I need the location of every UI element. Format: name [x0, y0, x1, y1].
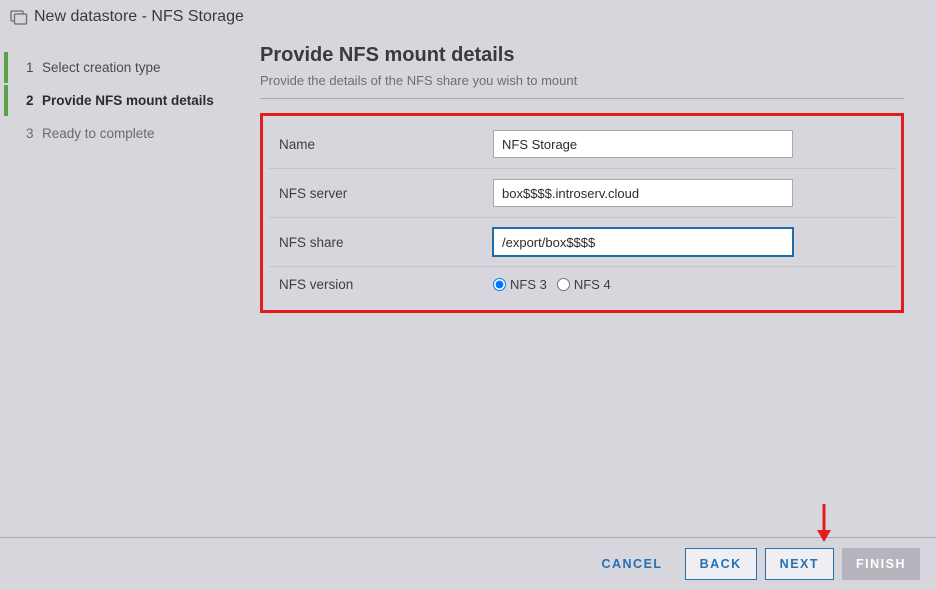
radio-nfs3-label[interactable]: NFS 3 [493, 277, 547, 292]
row-nfs-version: NFS version NFS 3 NFS 4 [269, 267, 895, 302]
step-provide-nfs-details[interactable]: 2 Provide NFS mount details [4, 85, 250, 116]
wizard-main-panel: Provide NFS mount details Provide the de… [250, 34, 926, 537]
dialog-title-bar: New datastore - NFS Storage [0, 0, 936, 34]
radio-nfs3[interactable] [493, 278, 506, 291]
nfs-form-highlighted: Name NFS server NFS share [260, 113, 904, 313]
step-label: Provide NFS mount details [42, 93, 214, 108]
radio-nfs4-label[interactable]: NFS 4 [557, 277, 611, 292]
wizard-footer: CANCEL BACK NEXT FINISH [0, 537, 936, 590]
label-nfs-version: NFS version [273, 277, 493, 292]
label-nfs-share: NFS share [273, 235, 493, 250]
label-name: Name [273, 137, 493, 152]
step-select-creation-type[interactable]: 1 Select creation type [4, 52, 250, 83]
finish-button: FINISH [842, 548, 920, 580]
page-title: Provide NFS mount details [260, 44, 904, 67]
wizard-content: 1 Select creation type 2 Provide NFS mou… [0, 34, 936, 537]
label-nfs-server: NFS server [273, 186, 493, 201]
wizard-dialog: New datastore - NFS Storage 1 Select cre… [0, 0, 936, 590]
radio-nfs4[interactable] [557, 278, 570, 291]
step-label: Select creation type [42, 60, 161, 75]
wizard-steps-sidebar: 1 Select creation type 2 Provide NFS mou… [0, 34, 250, 537]
next-button[interactable]: NEXT [765, 548, 834, 580]
step-label: Ready to complete [42, 126, 155, 141]
input-nfs-share[interactable] [493, 228, 793, 256]
back-button[interactable]: BACK [685, 548, 757, 580]
row-name: Name [269, 120, 895, 169]
dialog-title: New datastore - NFS Storage [34, 8, 244, 26]
cancel-button[interactable]: CANCEL [587, 548, 676, 580]
input-nfs-server[interactable] [493, 179, 793, 207]
row-nfs-share: NFS share [269, 218, 895, 267]
datastore-icon [10, 8, 28, 26]
input-name[interactable] [493, 130, 793, 158]
step-ready-to-complete[interactable]: 3 Ready to complete [4, 118, 250, 149]
page-subtitle: Provide the details of the NFS share you… [260, 73, 904, 99]
row-nfs-server: NFS server [269, 169, 895, 218]
